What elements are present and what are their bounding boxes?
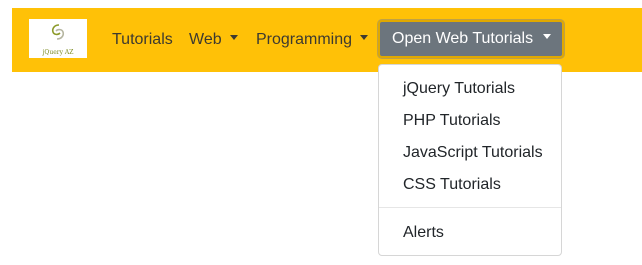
dropdown-divider xyxy=(379,207,561,208)
page: jQuery AZ Tutorials Web Programming Open… xyxy=(0,0,642,265)
open-web-tutorials-dropdown-button[interactable]: Open Web Tutorials xyxy=(378,20,564,58)
nav-item-web[interactable]: Web xyxy=(189,28,238,52)
dropdown-button-label: Open Web Tutorials xyxy=(392,30,534,47)
caret-down-icon xyxy=(543,34,552,40)
dropdown-item-php-tutorials[interactable]: PHP Tutorials xyxy=(379,105,561,137)
dropdown-item-css-tutorials[interactable]: CSS Tutorials xyxy=(379,169,561,201)
nav-item-label: Web xyxy=(189,31,222,48)
caret-down-icon xyxy=(229,35,238,41)
nav-item-programming[interactable]: Programming xyxy=(256,28,369,52)
nav-item-label: Programming xyxy=(256,31,353,48)
nav-item-tutorials[interactable]: Tutorials xyxy=(112,28,173,52)
nav-item-label: Tutorials xyxy=(112,31,173,48)
navbar: jQuery AZ Tutorials Web Programming Open… xyxy=(12,8,642,72)
brand-logo-text: jQuery AZ xyxy=(42,49,74,56)
dropdown-item-javascript-tutorials[interactable]: JavaScript Tutorials xyxy=(379,137,561,169)
brand-logo[interactable]: jQuery AZ xyxy=(29,19,87,58)
caret-down-icon xyxy=(360,35,369,41)
dropdown-item-alerts[interactable]: Alerts xyxy=(379,217,561,249)
dropdown-item-jquery-tutorials[interactable]: jQuery Tutorials xyxy=(379,73,561,105)
dropdown-menu: jQuery Tutorials PHP Tutorials JavaScrip… xyxy=(378,64,562,256)
jquery-az-logo-icon xyxy=(51,24,65,40)
